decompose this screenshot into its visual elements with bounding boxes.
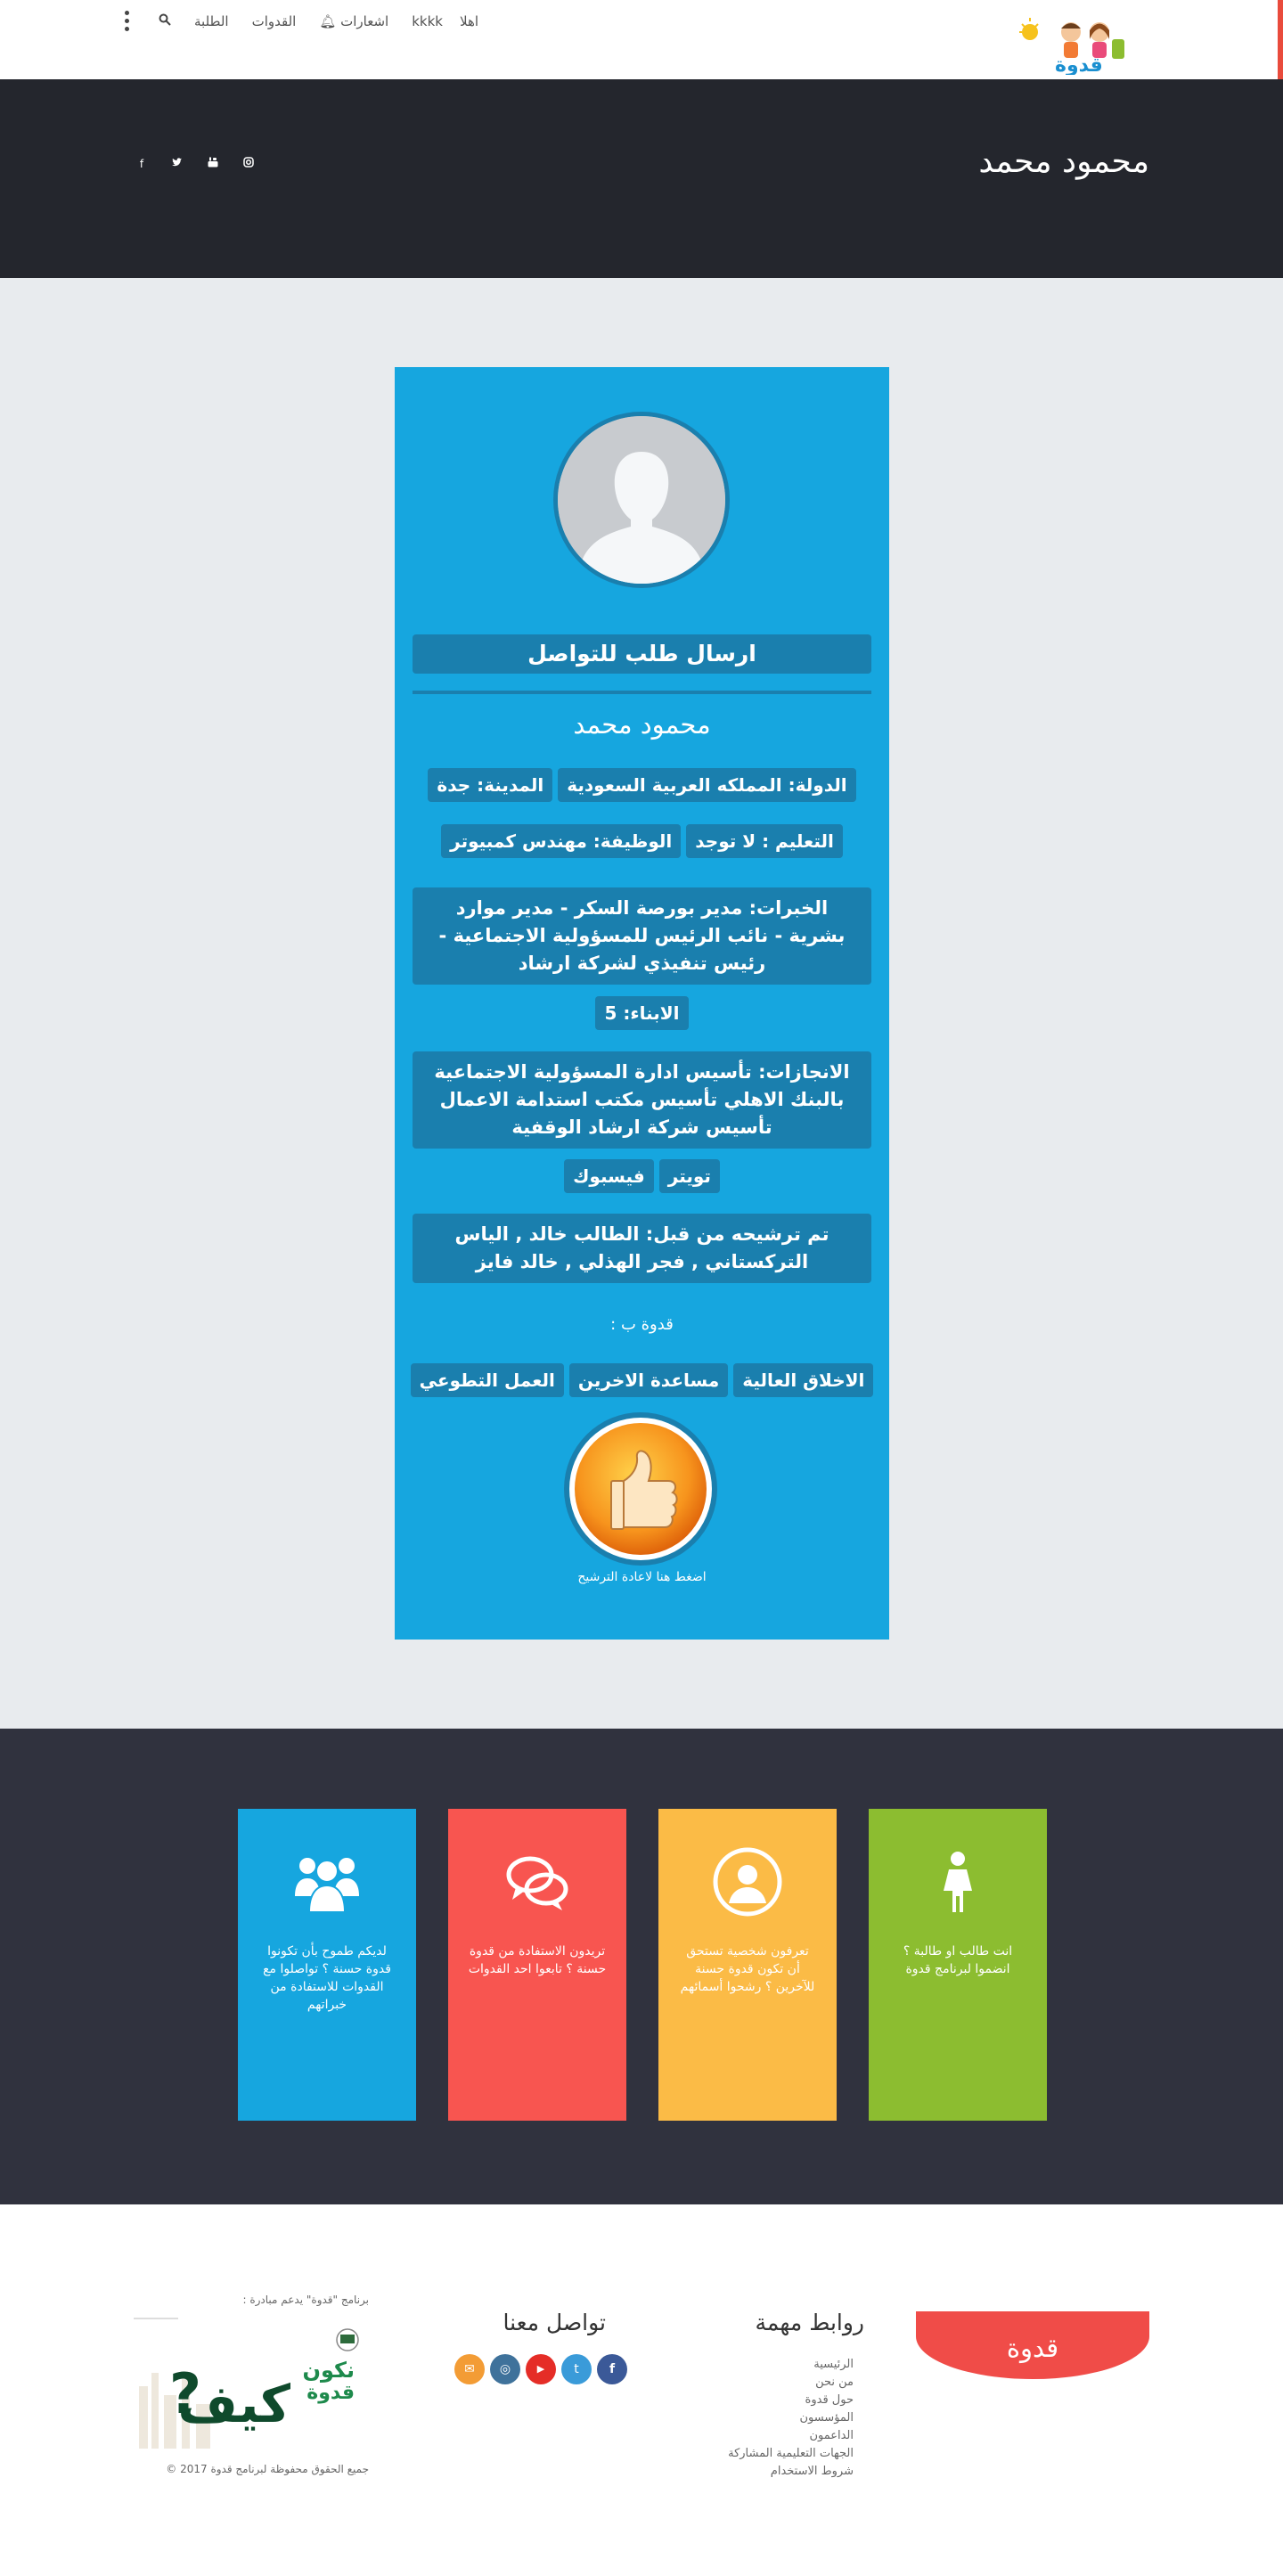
location-row: الدولة: المملكه العربية السعودية المدينة… xyxy=(413,768,871,802)
divider xyxy=(413,691,871,694)
trait-chip: مساعدة الاخرين xyxy=(568,1363,729,1397)
experience-block: الخبرات: مدير بورصة السكر - مدير موارد ب… xyxy=(413,887,871,985)
trait-chip: الاخلاق العالية xyxy=(733,1363,874,1397)
search-icon[interactable] xyxy=(159,13,171,29)
twitter-link[interactable]: تويتر xyxy=(658,1159,720,1193)
nav-students[interactable]: الطلبة xyxy=(194,13,229,29)
svg-text:?: ? xyxy=(169,2361,201,2426)
nominated-by-block: تم ترشيحه من قبل: الطالب خالد , الياس ال… xyxy=(413,1214,871,1283)
site-logo[interactable]: قدوة xyxy=(1019,12,1135,77)
top-nav: الطلبة القدوات 🔔︎ اشعارات kkkk اهلا xyxy=(125,11,478,31)
footer-links: الرئيسية من نحن حول قدوة المؤسسون الداعم… xyxy=(695,2356,854,2481)
user-name: kkkk xyxy=(412,12,443,29)
person-icon xyxy=(712,1846,783,1918)
initiative-support-text: برنامج "قدوة" يدعم مبادرة : xyxy=(242,2294,369,2306)
role-model-in-label: قدوة ب : xyxy=(610,1315,674,1334)
contact-request-button[interactable]: ارسال طلب للتواصل xyxy=(413,634,871,674)
trait-chip: العمل التطوعي xyxy=(410,1363,564,1397)
tile-text: انت طالب او طالبة ؟ انضموا لبرنامج قدوة xyxy=(903,1944,1013,1976)
twitter-icon[interactable] xyxy=(169,156,185,172)
tile-follow[interactable]: تريدون الاستفادة من قدوة حسنة ؟ تابعوا ا… xyxy=(448,1809,626,2121)
footer-link-about[interactable]: من نحن xyxy=(695,2374,854,2392)
renominate-link[interactable]: اضغط هنا لاعادة الترشيح xyxy=(395,1570,889,1584)
top-header: الطلبة القدوات 🔔︎ اشعارات kkkk اهلا قدوة xyxy=(0,0,1283,79)
footer-social-links: ✉ ◎ ▶ t f xyxy=(454,2354,627,2384)
user-greeting[interactable]: kkkk اهلا xyxy=(412,13,478,29)
youtube-icon[interactable]: ▶ xyxy=(526,2354,556,2384)
career-row: التعليم : لا توجد الوظيفة: مهندس كمبيوتر xyxy=(413,824,871,858)
page-title: محمود محمد xyxy=(978,143,1149,180)
twitter-icon[interactable]: t xyxy=(561,2354,592,2384)
tile-text: لديكم طموح بأن تكونوا قدوة حسنة ؟ تواصلو… xyxy=(263,1944,391,2012)
thumbs-up-icon[interactable] xyxy=(560,1411,722,1567)
initiative-logo: نكون قدوة كيف ? xyxy=(134,2324,369,2457)
facebook-icon[interactable]: f xyxy=(597,2354,627,2384)
mail-icon[interactable]: ✉ xyxy=(454,2354,485,2384)
tile-nominate[interactable]: تعرفون شخصية تستحق أن تكون قدوة حسنة للآ… xyxy=(658,1809,837,2121)
achievements-block: الانجازات: تأسيس ادارة المسؤولية الاجتما… xyxy=(413,1051,871,1149)
page-banner: محمود محمد f xyxy=(0,79,1283,278)
tile-text: تريدون الاستفادة من قدوة حسنة ؟ تابعوا ا… xyxy=(468,1944,607,1976)
profile-avatar xyxy=(553,412,730,588)
city-chip: المدينة: جدة xyxy=(428,768,553,802)
more-menu-icon[interactable] xyxy=(125,11,130,31)
svg-text:قدوة: قدوة xyxy=(1055,54,1103,75)
tile-text: تعرفون شخصية تستحق أن تكون قدوة حسنة للآ… xyxy=(680,1944,815,1994)
footer-link-home[interactable]: الرئيسية xyxy=(695,2356,854,2374)
greeting-label: اهلا xyxy=(460,12,479,29)
country-chip: الدولة: المملكه العربية السعودية xyxy=(558,768,856,802)
tile-join-students[interactable]: انت طالب او طالبة ؟ انضموا لبرنامج قدوة xyxy=(869,1809,1047,2121)
footer-link-partners[interactable]: الجهات التعليمية المشاركة xyxy=(695,2445,854,2463)
facebook-icon[interactable]: f xyxy=(134,156,150,172)
divider xyxy=(134,2318,178,2319)
footer-links-title: روابط مهمة xyxy=(755,2310,865,2335)
site-footer: قدوة روابط مهمة الرئيسية من نحن حول قدوة… xyxy=(0,2204,1283,2576)
bell-icon: 🔔︎ xyxy=(319,12,337,29)
traits-row: الاخلاق العالية مساعدة الاخرين العمل الت… xyxy=(410,1363,874,1397)
instagram-icon[interactable] xyxy=(241,156,257,172)
education-chip: التعليم : لا توجد xyxy=(686,824,843,858)
profile-card: ارسال طلب للتواصل محمود محمد الدولة: الم… xyxy=(395,367,889,1640)
footer-brand[interactable]: قدوة xyxy=(916,2311,1149,2379)
svg-text:نكون: نكون xyxy=(303,2358,355,2383)
chat-icon xyxy=(502,1846,573,1918)
banner-social-links: f xyxy=(134,156,257,172)
svg-text:قدوة: قدوة xyxy=(306,2382,355,2404)
footer-contact-title: تواصل معنا xyxy=(503,2310,606,2335)
profile-name: محمود محمد xyxy=(573,709,711,740)
nav-notifications[interactable]: 🔔︎ اشعارات xyxy=(319,13,388,29)
copyright: جميع الحقوق محفوظة لبرنامج قدوة 2017 © xyxy=(166,2463,369,2475)
group-icon xyxy=(291,1846,363,1918)
footer-link-supporters[interactable]: الداعمون xyxy=(695,2427,854,2445)
children-row: الابناء: 5 xyxy=(413,996,871,1030)
facebook-link[interactable]: فيسبوك xyxy=(564,1159,654,1193)
footer-link-terms[interactable]: شروط الاستخدام xyxy=(695,2463,854,2481)
social-links-row: تويتر فيسبوك xyxy=(413,1159,871,1193)
footer-link-founders[interactable]: المؤسسون xyxy=(695,2409,854,2427)
children-chip: الابناء: 5 xyxy=(595,996,689,1030)
notifications-label: اشعارات xyxy=(340,12,389,29)
footer-link-about-qudwa[interactable]: حول قدوة xyxy=(695,2392,854,2409)
job-chip: الوظيفة: مهندس كمبيوتر xyxy=(441,824,682,858)
student-icon xyxy=(922,1846,993,1918)
instagram-icon[interactable]: ◎ xyxy=(490,2354,520,2384)
call-to-action-tiles: انت طالب او طالبة ؟ انضموا لبرنامج قدوة … xyxy=(0,1729,1283,2204)
nav-role-models[interactable]: القدوات xyxy=(252,13,297,29)
youtube-icon[interactable] xyxy=(205,156,221,172)
tile-become-role-model[interactable]: لديكم طموح بأن تكونوا قدوة حسنة ؟ تواصلو… xyxy=(238,1809,416,2121)
